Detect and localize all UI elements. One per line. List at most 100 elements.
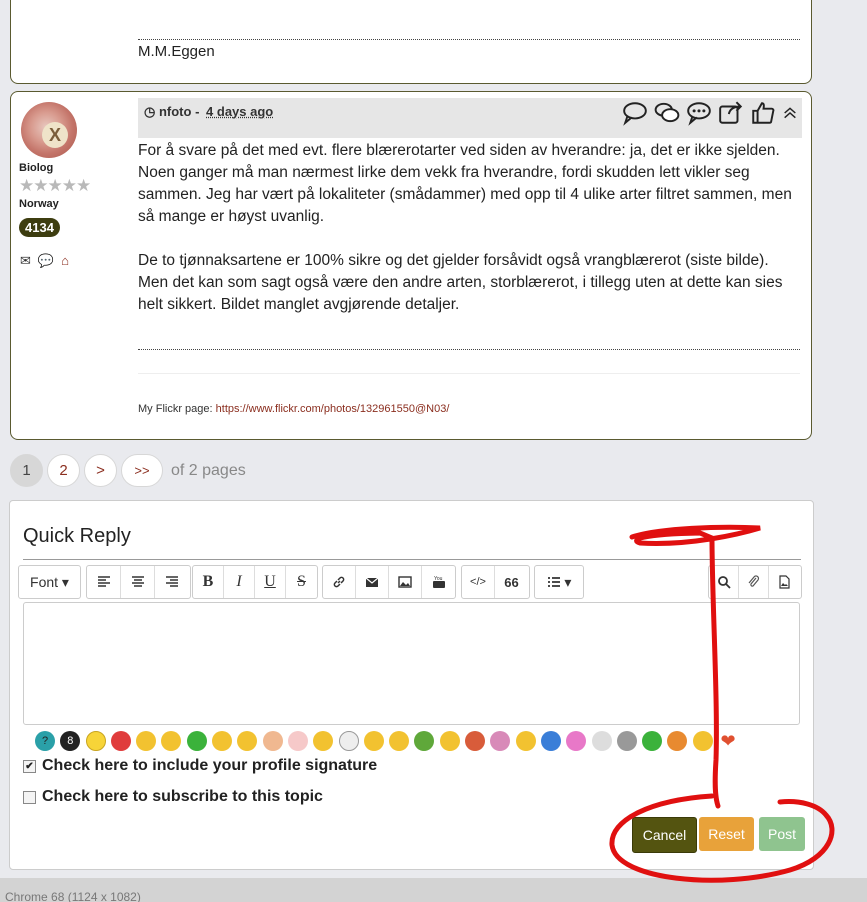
surprised-icon[interactable] bbox=[287, 731, 308, 751]
smile-icon[interactable] bbox=[85, 731, 106, 751]
devil-icon[interactable] bbox=[465, 731, 486, 751]
reset-button[interactable]: Reset bbox=[699, 817, 754, 851]
email-icon[interactable]: ✉ bbox=[20, 253, 31, 268]
user-country: Norway bbox=[19, 198, 59, 210]
page-2-button[interactable]: 2 bbox=[47, 454, 80, 487]
youtube-button[interactable]: You bbox=[422, 566, 455, 598]
font-group: Font ▾ bbox=[18, 565, 81, 599]
list-dropdown[interactable]: ▾ bbox=[535, 566, 583, 598]
sad-icon[interactable] bbox=[439, 731, 460, 751]
orange-smiley-icon[interactable] bbox=[667, 731, 688, 751]
link-button[interactable] bbox=[323, 566, 356, 598]
image-file-icon bbox=[779, 575, 790, 589]
tools-group bbox=[708, 565, 802, 599]
next-page-button[interactable]: > bbox=[84, 454, 117, 487]
tongue-icon[interactable] bbox=[490, 731, 511, 751]
kiss-icon[interactable] bbox=[566, 731, 587, 751]
post-author[interactable]: nfoto bbox=[159, 104, 191, 119]
align-left-button[interactable] bbox=[87, 566, 121, 598]
strikethrough-button[interactable]: S bbox=[286, 566, 317, 598]
angry-icon[interactable] bbox=[110, 731, 131, 751]
svg-text:You: You bbox=[434, 576, 443, 582]
signature-checkbox[interactable]: ✔ bbox=[23, 759, 36, 773]
flickr-label: My Flickr page: bbox=[138, 403, 213, 415]
post-paragraph: De to tjønnaksartene er 100% sikre og de… bbox=[138, 252, 783, 313]
underline-button[interactable]: U bbox=[255, 566, 286, 598]
editor-toolbar: Font ▾ B I U S You </> 66 ▾ bbox=[18, 565, 802, 599]
cancel-button[interactable]: Cancel bbox=[632, 817, 697, 853]
nerd-icon[interactable] bbox=[591, 731, 612, 751]
email-button[interactable] bbox=[356, 566, 389, 598]
laugh-icon[interactable] bbox=[212, 731, 233, 751]
list-group: ▾ bbox=[534, 565, 584, 599]
post-previous: M.M.Eggen bbox=[10, 0, 812, 84]
signature-divider bbox=[138, 39, 800, 40]
signature-divider bbox=[138, 349, 800, 350]
page-1-button[interactable]: 1 bbox=[10, 454, 43, 487]
bold-button[interactable]: B bbox=[193, 566, 224, 598]
cool-icon[interactable] bbox=[363, 731, 384, 751]
blush-icon[interactable] bbox=[262, 731, 283, 751]
search-button[interactable] bbox=[709, 566, 739, 598]
scroll-top-icon[interactable] bbox=[782, 100, 798, 126]
dead-icon[interactable] bbox=[414, 731, 435, 751]
chat-icon[interactable]: 💬 bbox=[38, 253, 54, 268]
subscribe-option[interactable]: Check here to subscribe to this topic bbox=[23, 788, 323, 806]
avatar[interactable]: X bbox=[21, 102, 77, 158]
post-button[interactable]: Post bbox=[759, 817, 805, 851]
sleepy-icon[interactable] bbox=[161, 731, 182, 751]
comment-icon[interactable] bbox=[622, 100, 648, 126]
sick-icon[interactable] bbox=[186, 731, 207, 751]
thumbs-smiley-icon[interactable] bbox=[692, 731, 713, 751]
grin-icon[interactable] bbox=[136, 731, 157, 751]
signature-option[interactable]: ✔ Check here to include your profile sig… bbox=[23, 757, 377, 775]
quote-button[interactable]: 66 bbox=[495, 566, 528, 598]
meta-separator: - bbox=[195, 104, 200, 119]
message-editor[interactable] bbox=[23, 602, 800, 725]
font-dropdown[interactable]: Font ▾ bbox=[19, 566, 80, 598]
comment-dots-icon[interactable] bbox=[686, 100, 712, 126]
align-right-button[interactable] bbox=[155, 566, 189, 598]
user-contact-icons: ✉ 💬 ⌂ bbox=[20, 253, 76, 269]
align-center-button[interactable] bbox=[121, 566, 155, 598]
happy-green-icon[interactable] bbox=[642, 731, 663, 751]
subscribe-checkbox[interactable] bbox=[23, 790, 36, 804]
post-count-badge: 4134 bbox=[19, 218, 60, 237]
signature-rule bbox=[138, 373, 800, 374]
italic-button[interactable]: I bbox=[224, 566, 255, 598]
quick-reply-title: Quick Reply bbox=[23, 525, 131, 547]
post-header: ◷ nfoto - 4 days ago bbox=[138, 98, 802, 138]
heart-icon[interactable]: ❤ bbox=[718, 731, 738, 751]
comments-icon[interactable] bbox=[654, 100, 680, 126]
image-icon bbox=[398, 576, 412, 588]
align-right-icon bbox=[166, 576, 178, 587]
flickr-link[interactable]: https://www.flickr.com/photos/132961550@… bbox=[216, 403, 450, 415]
email-icon bbox=[365, 577, 379, 587]
shock-icon[interactable] bbox=[389, 731, 410, 751]
image-button[interactable] bbox=[389, 566, 422, 598]
meh-icon[interactable] bbox=[616, 731, 637, 751]
pagination: 1 2 > >> of 2 pages bbox=[10, 454, 246, 487]
last-page-button[interactable]: >> bbox=[121, 454, 163, 487]
eyes-icon[interactable] bbox=[237, 731, 258, 751]
clown-icon[interactable] bbox=[338, 731, 359, 751]
thumbs-up-icon[interactable] bbox=[750, 100, 776, 126]
code-group: </> 66 bbox=[461, 565, 530, 599]
home-icon[interactable]: ⌂ bbox=[61, 253, 69, 268]
youtube-icon: You bbox=[432, 576, 445, 588]
question-smiley-icon[interactable]: ? bbox=[35, 731, 55, 751]
post-meta: ◷ nfoto - 4 days ago bbox=[144, 104, 273, 120]
cold-icon[interactable] bbox=[540, 731, 561, 751]
attach-button[interactable] bbox=[739, 566, 769, 598]
eightball-smiley-icon[interactable]: 8 bbox=[60, 731, 81, 751]
code-button[interactable]: </> bbox=[462, 566, 495, 598]
smiley-bar: ? 8 ❤ bbox=[35, 731, 738, 751]
wink-icon[interactable] bbox=[515, 731, 536, 751]
page-count-text: of 2 pages bbox=[171, 461, 246, 479]
post-body: For å svare på det med evt. flere blærer… bbox=[138, 140, 802, 338]
font-label: Font bbox=[30, 574, 59, 590]
post-date: 4 days ago bbox=[206, 104, 274, 119]
share-icon[interactable] bbox=[718, 100, 744, 126]
unsure-icon[interactable] bbox=[313, 731, 334, 751]
insert-image-file-button[interactable] bbox=[769, 566, 799, 598]
